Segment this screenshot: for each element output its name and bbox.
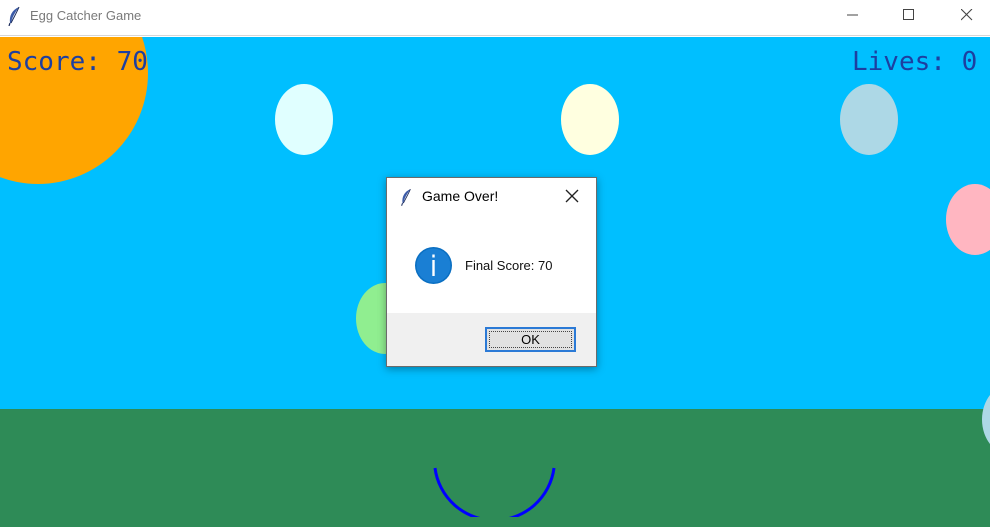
window-title: Egg Catcher Game xyxy=(30,8,142,23)
game-over-dialog: Game Over! Final Score: 70 OK xyxy=(386,177,597,367)
ok-button[interactable]: OK xyxy=(485,327,576,352)
dialog-footer: OK xyxy=(387,313,596,366)
lives-display: Lives: 0 xyxy=(852,47,978,77)
feather-icon xyxy=(6,6,22,27)
close-icon xyxy=(565,189,579,203)
minimize-icon xyxy=(847,14,858,16)
minimize-button[interactable] xyxy=(830,0,876,30)
catcher[interactable] xyxy=(430,457,560,517)
score-display: Score: 70 xyxy=(7,47,148,77)
dialog-title: Game Over! xyxy=(422,188,499,204)
final-score-message: Final Score: 70 xyxy=(465,258,553,273)
egg xyxy=(840,84,898,155)
dialog-close-button[interactable] xyxy=(565,188,581,204)
egg xyxy=(561,84,619,155)
maximize-icon xyxy=(903,9,914,20)
feather-icon xyxy=(399,187,413,211)
maximize-button[interactable] xyxy=(886,0,932,30)
egg xyxy=(275,84,333,155)
title-bar: Egg Catcher Game xyxy=(0,0,990,36)
close-button[interactable] xyxy=(944,0,990,30)
close-icon xyxy=(961,9,973,21)
info-icon xyxy=(415,247,452,284)
